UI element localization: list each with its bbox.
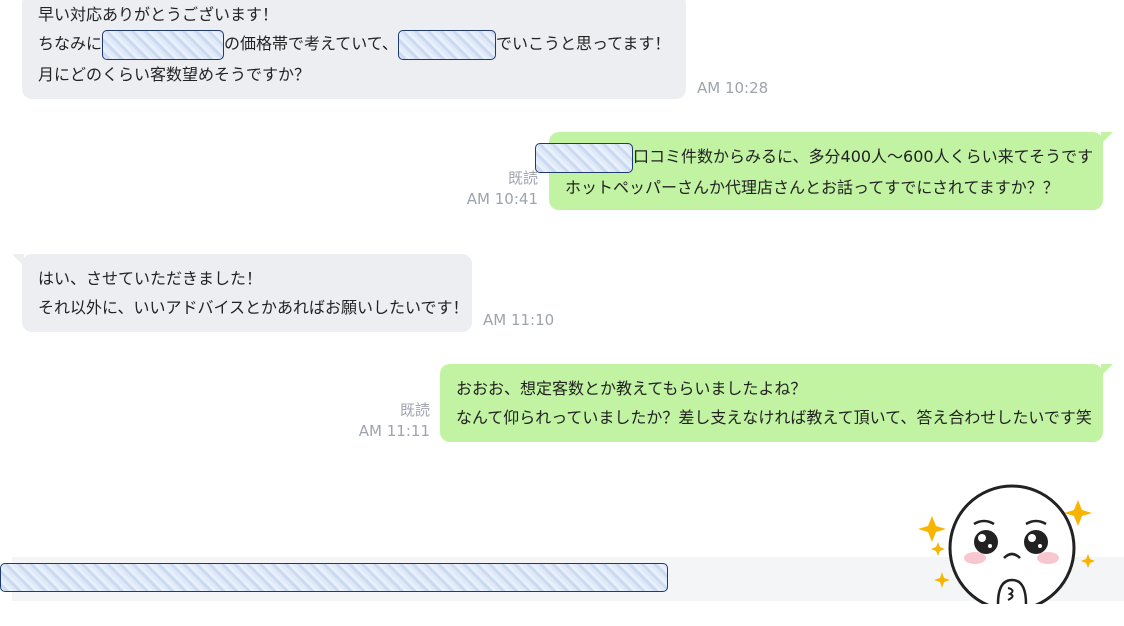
- message-1-line-2: ちなみに の価格帯で考えていて、 でいこうと思ってます！: [38, 29, 670, 60]
- message-2-line-1-text: 口コミ件数からみるに、多分400人～600人くらい来てそうです: [633, 147, 1094, 166]
- message-1-line-3: 月にどのくらい客数望めそうですか？: [38, 64, 311, 84]
- message-2-line-2: ホットペッパーさんか代理店さんとお話ってすでにされてますか？？: [565, 177, 1059, 197]
- message-4-line-1: おおお、想定客数とか教えてもらいましたよね？: [456, 379, 807, 398]
- message-3-time: AM 11:10: [483, 311, 555, 329]
- message-4-meta: 既読 AM 11:11: [322, 400, 430, 442]
- incoming-message-3[interactable]: はい、させていただきました！ それ以外に、いいアドバイスとかあればお願いしたいで…: [22, 254, 472, 332]
- message-1-line-2-text-b: の価格帯で考えていて、: [224, 34, 398, 53]
- incoming-message-1[interactable]: 早い対応ありがとうございます！ ちなみに の価格帯で考えていて、 でいこうと思ってま…: [22, 0, 686, 99]
- read-receipt: 既読: [507, 169, 538, 187]
- message-1-time: AM 10:28: [697, 79, 769, 97]
- outgoing-message-2[interactable]: 口コミ件数からみるに、多分400人～600人くらい来てそうです ホットペッパーさ…: [535, 132, 1103, 210]
- bubble-tail: [12, 254, 24, 266]
- message-3-line-1: はい、させていただきました！: [38, 269, 263, 288]
- bubble-tail: [1101, 364, 1113, 376]
- read-receipt: 既読: [399, 401, 430, 419]
- message-1-line-2-text-a: ちなみに: [38, 34, 103, 53]
- crying-face-sticker-icon[interactable]: [918, 484, 1102, 604]
- message-4-line-2: なんて仰られっていましたか？差し支えなければ教えて頂いて、答え合わせしたいです笑: [456, 408, 1092, 427]
- redacted-block: [102, 29, 225, 60]
- message-2-meta: 既読 AM 10:41: [430, 168, 538, 210]
- message-1-line-1: 早い対応ありがとうございます！: [38, 5, 279, 24]
- message-2-time: AM 10:41: [466, 190, 538, 208]
- outgoing-message-4[interactable]: おおお、想定客数とか教えてもらいましたよね？ なんて仰られっていましたか？差し支…: [440, 364, 1103, 442]
- redacted-input-content: [0, 563, 668, 592]
- message-3-line-2: それ以外に、いいアドバイスとかあればお願いしたいです！: [38, 298, 469, 317]
- message-4-time: AM 11:11: [358, 422, 430, 440]
- redacted-block: [397, 29, 496, 60]
- message-1-line-2-text-c: でいこうと思ってます！: [495, 34, 671, 53]
- message-2-line-1: 口コミ件数からみるに、多分400人～600人くらい来てそうです: [535, 142, 1093, 173]
- redacted-block: [535, 142, 633, 173]
- sticker-graphic: [918, 484, 1095, 604]
- bubble-tail: [1101, 132, 1113, 144]
